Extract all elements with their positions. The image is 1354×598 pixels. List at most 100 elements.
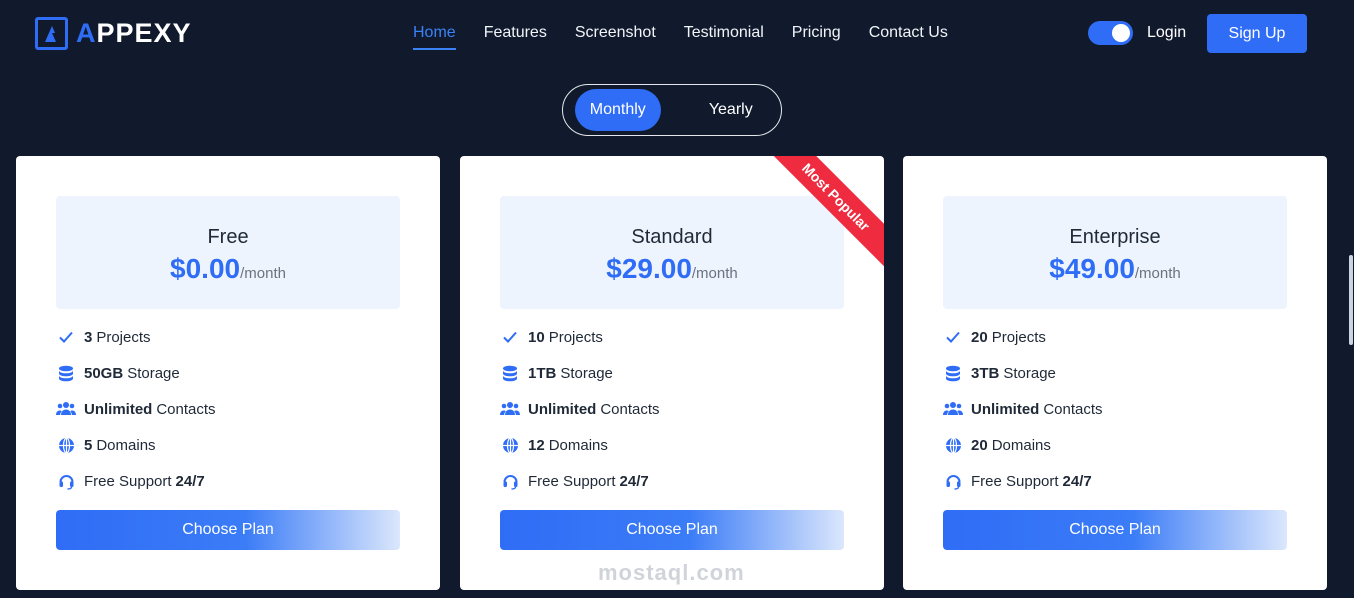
feature-item: Unlimited Contacts <box>56 391 216 427</box>
page-scrollbar[interactable] <box>1348 0 1354 598</box>
logo-icon <box>35 16 68 50</box>
price-amount: $0.00 <box>170 253 241 284</box>
monthly-option[interactable]: Monthly <box>575 89 661 131</box>
plan-card-standard: Standard $29.00/month Most Popular 10 Pro… <box>460 156 884 590</box>
feature-label: Storage <box>560 364 613 382</box>
price-period: /month <box>1134 265 1181 282</box>
feature-value: 24/7 <box>619 472 649 490</box>
plan-header: Standard $29.00/month <box>500 196 844 309</box>
feature-label: Contacts <box>156 400 216 418</box>
feature-value: 20 <box>971 436 988 454</box>
feature-value: 20 <box>971 328 988 346</box>
plan-name: Free <box>207 226 249 248</box>
feature-item: 50GB Storage <box>56 355 216 391</box>
nav-screenshot[interactable]: Screenshot <box>575 24 656 50</box>
yearly-option[interactable]: Yearly <box>681 89 781 131</box>
feature-value: 24/7 <box>175 472 205 490</box>
feature-value: 1TB <box>528 364 557 382</box>
feature-label: Projects <box>991 328 1046 346</box>
theme-toggle[interactable] <box>1088 21 1133 45</box>
feature-value: 12 <box>528 436 545 454</box>
users-icon <box>500 399 520 419</box>
nav-home[interactable]: Home <box>413 24 456 50</box>
price-period: /month <box>691 265 738 282</box>
plan-price: $49.00/month <box>943 253 1287 285</box>
plan-price: $29.00/month <box>500 253 844 285</box>
feature-label: Storage <box>127 364 180 382</box>
database-icon <box>943 363 963 383</box>
feature-label: Storage <box>1003 364 1056 382</box>
check-icon <box>943 327 963 347</box>
feature-item: 12 Domains <box>500 427 660 463</box>
brand-name: APPEXY <box>76 18 192 49</box>
nav-contact-us[interactable]: Contact Us <box>869 24 948 50</box>
plan-name: Enterprise <box>1069 226 1161 248</box>
plan-price: $0.00/month <box>56 253 400 285</box>
feature-value: 3 <box>84 328 93 346</box>
feature-item: 1TB Storage <box>500 355 660 391</box>
plan-header: Free $0.00/month <box>56 196 400 309</box>
feature-label: Free Support <box>84 472 172 490</box>
plan-card-free: Free $0.00/month 3 Projects 50GB Storage Unl… <box>16 156 440 590</box>
feature-item: 3TB Storage <box>943 355 1103 391</box>
feature-item: 5 Domains <box>56 427 216 463</box>
feature-label: Contacts <box>600 400 660 418</box>
headset-icon <box>500 471 520 491</box>
feature-value: Unlimited <box>971 400 1040 418</box>
feature-item: 20 Domains <box>943 427 1103 463</box>
feature-list: 20 Projects 3TB Storage Unlimited Contacts 20 D… <box>943 319 1103 499</box>
nav-features[interactable]: Features <box>484 24 547 50</box>
main-menu: Home Features Screenshot Testimonial Pri… <box>413 24 976 50</box>
nav-testimonial[interactable]: Testimonial <box>684 24 764 50</box>
top-navbar: APPEXY Home Features Screenshot Testimon… <box>0 0 1354 68</box>
feature-value: 10 <box>528 328 545 346</box>
feature-value: 5 <box>84 436 93 454</box>
nav-pricing[interactable]: Pricing <box>792 24 841 50</box>
brand-logo[interactable]: APPEXY <box>35 16 192 50</box>
feature-label: Contacts <box>1043 400 1103 418</box>
choose-plan-button[interactable]: Choose Plan <box>56 510 400 550</box>
database-icon <box>500 363 520 383</box>
feature-label: Projects <box>96 328 151 346</box>
plan-name: Standard <box>631 226 713 248</box>
feature-value: Unlimited <box>84 400 153 418</box>
feature-item: Free Support 24/7 <box>500 463 660 499</box>
feature-label: Projects <box>548 328 603 346</box>
login-link[interactable]: Login <box>1147 24 1186 42</box>
feature-label: Domains <box>548 436 608 454</box>
feature-value: 24/7 <box>1062 472 1092 490</box>
feature-item: Unlimited Contacts <box>500 391 660 427</box>
feature-item: 20 Projects <box>943 319 1103 355</box>
feature-item: Unlimited Contacts <box>943 391 1103 427</box>
toggle-knob <box>1112 24 1130 42</box>
feature-label: Free Support <box>528 472 616 490</box>
feature-value: 50GB <box>84 364 124 382</box>
feature-item: 3 Projects <box>56 319 216 355</box>
feature-item: Free Support 24/7 <box>56 463 216 499</box>
sign-up-button[interactable]: Sign Up <box>1207 14 1307 53</box>
users-icon <box>943 399 963 419</box>
check-icon <box>500 327 520 347</box>
globe-icon <box>500 435 520 455</box>
feature-label: Domains <box>991 436 1051 454</box>
feature-label: Domains <box>96 436 156 454</box>
database-icon <box>56 363 76 383</box>
price-period: /month <box>240 265 286 282</box>
scrollbar-thumb[interactable] <box>1349 255 1353 345</box>
feature-label: Free Support <box>971 472 1059 490</box>
feature-value: Unlimited <box>528 400 597 418</box>
feature-item: 10 Projects <box>500 319 660 355</box>
feature-value: 3TB <box>971 364 1000 382</box>
plan-header: Enterprise $49.00/month <box>943 196 1287 309</box>
users-icon <box>56 399 76 419</box>
feature-item: Free Support 24/7 <box>943 463 1103 499</box>
choose-plan-button[interactable]: Choose Plan <box>500 510 844 550</box>
billing-period-switch: Monthly Yearly <box>562 84 782 136</box>
watermark: mostaql.com <box>598 560 745 585</box>
price-amount: $29.00 <box>606 253 692 284</box>
brand-name-rest: PPEXY <box>96 17 192 48</box>
choose-plan-button[interactable]: Choose Plan <box>943 510 1287 550</box>
feature-list: 10 Projects 1TB Storage Unlimited Contacts 12 D… <box>500 319 660 499</box>
headset-icon <box>56 471 76 491</box>
price-amount: $49.00 <box>1049 253 1135 284</box>
